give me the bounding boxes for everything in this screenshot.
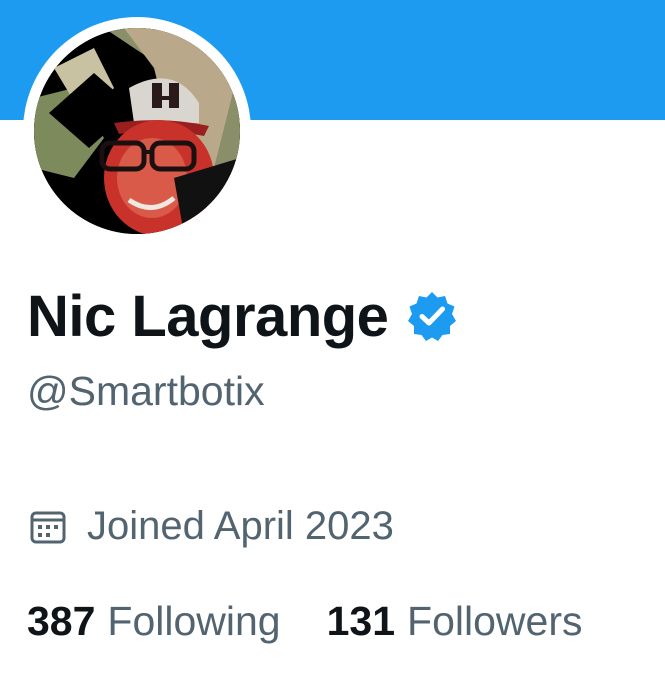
follow-stats: 387 Following 131 Followers [27,594,582,648]
followers-link[interactable]: 131 Followers [327,598,583,645]
calendar-icon [29,507,67,545]
joined-date: Joined April 2023 [87,503,394,548]
verified-badge-icon[interactable] [406,290,458,342]
avatar-border [23,17,251,245]
following-link[interactable]: 387 Following [27,598,281,645]
following-label: Following [107,597,281,644]
display-name: Nic Lagrange [27,283,389,349]
name-row: Nic Lagrange [27,280,458,352]
joined-row: Joined April 2023 [29,500,394,552]
avatar-photo [34,28,240,234]
followers-label: Followers [407,597,583,644]
profile-handle: @Smartbotix [27,368,265,414]
followers-count: 131 [326,597,396,644]
following-count: 387 [27,597,96,644]
avatar[interactable] [34,28,240,234]
